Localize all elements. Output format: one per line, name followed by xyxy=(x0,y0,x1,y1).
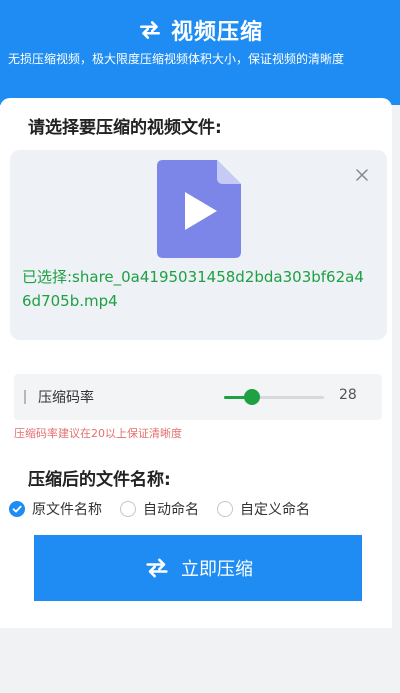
compression-rate-label: 压缩码率 xyxy=(38,390,94,406)
file-section-label: 请选择要压缩的视频文件: xyxy=(28,118,222,138)
app-header: 视频压缩 无损压缩视频，极大限度压缩视频体积大小，保证视频的清晰度 xyxy=(0,0,400,105)
main-card: 请选择要压缩的视频文件: 已选择:share_0a4195031458d2bda… xyxy=(0,98,392,628)
compression-rate-slider[interactable] xyxy=(224,389,324,405)
radio-original-name[interactable]: 原文件名称 xyxy=(9,499,102,519)
radio-custom-name[interactable]: 自定义命名 xyxy=(217,499,310,519)
refresh-icon xyxy=(146,558,168,578)
radio-label: 自动命名 xyxy=(143,502,199,518)
radio-circle xyxy=(217,501,233,517)
slider-thumb[interactable] xyxy=(244,389,260,405)
compress-now-button[interactable]: 立即压缩 xyxy=(34,535,362,601)
radio-label: 自定义命名 xyxy=(240,502,310,518)
naming-options: 原文件名称 自动命名 自定义命名 xyxy=(9,499,328,519)
selected-file-name: 已选择:share_0a4195031458d2bda303bf62a46d70… xyxy=(22,268,364,310)
selected-file-panel[interactable]: 已选择:share_0a4195031458d2bda303bf62a46d70… xyxy=(10,150,387,340)
compression-rate-value: 28 xyxy=(339,387,357,403)
page-title: 视频压缩 xyxy=(170,20,263,45)
refresh-icon xyxy=(140,21,160,39)
check-icon xyxy=(12,505,22,513)
close-icon[interactable] xyxy=(355,168,369,182)
page-subtitle: 无损压缩视频，极大限度压缩视频体积大小，保证视频的清晰度 xyxy=(8,52,345,66)
rate-divider xyxy=(24,390,26,404)
video-file-icon xyxy=(157,160,241,258)
compression-rate-row: 压缩码率 28 xyxy=(14,374,382,420)
radio-circle xyxy=(9,501,25,517)
compress-button-label: 立即压缩 xyxy=(181,559,253,579)
naming-section-label: 压缩后的文件名称: xyxy=(28,470,171,490)
radio-label: 原文件名称 xyxy=(32,502,102,518)
radio-auto-name[interactable]: 自动命名 xyxy=(120,499,199,519)
compression-rate-hint: 压缩码率建议在20以上保证清晰度 xyxy=(14,427,182,440)
header-title: 视频压缩 xyxy=(0,14,400,46)
radio-circle xyxy=(120,501,136,517)
